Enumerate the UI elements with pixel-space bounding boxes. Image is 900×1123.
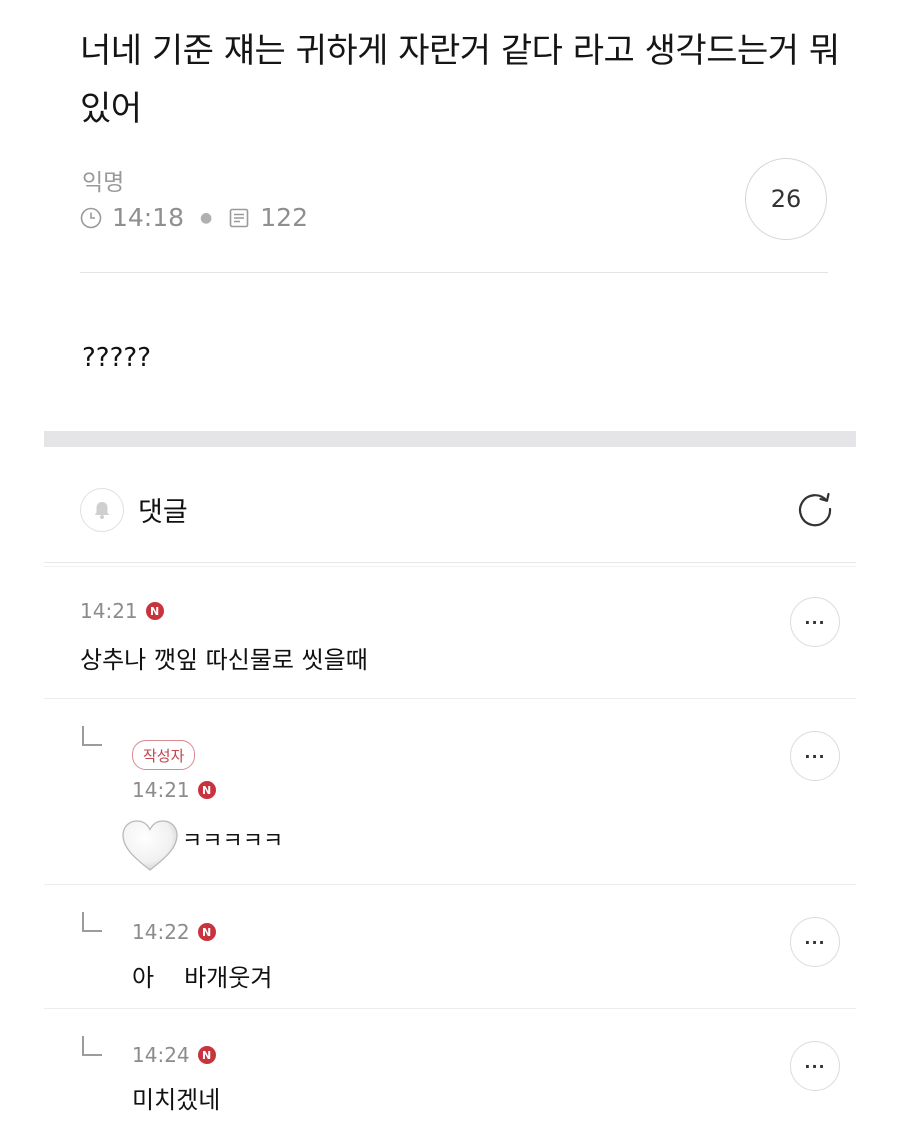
comment-text: 상추나 깻잎 따신물로 씻을때 [80, 646, 368, 674]
notification-bell-button[interactable] [80, 488, 124, 532]
comment-text: 아 바개웃겨 [132, 958, 272, 993]
new-badge: N [197, 781, 216, 799]
reply-indicator-icon [82, 726, 102, 746]
section-separator [44, 431, 856, 447]
comment-time: 14:21 N [132, 778, 216, 802]
post-views: 122 [260, 203, 308, 232]
comment-text-part: 바개웃겨 [184, 964, 273, 992]
new-badge: N [197, 923, 216, 941]
more-options-button[interactable]: ··· [790, 1041, 840, 1091]
comment-text-part: 아 [132, 964, 155, 992]
comment-time: 14:22 N [132, 920, 216, 944]
comment-divider [44, 884, 856, 885]
header-divider [80, 272, 828, 273]
author-tag: 작성자 [132, 740, 196, 770]
refresh-icon[interactable] [793, 487, 837, 531]
comment-count-button[interactable]: 26 [745, 158, 827, 240]
comments-header-divider-shadow [44, 566, 856, 567]
post-body: ????? [82, 343, 151, 373]
more-options-button[interactable]: ··· [790, 731, 840, 781]
comment-time-text: 14:24 [132, 1043, 190, 1067]
new-badge: N [145, 602, 164, 620]
reply-indicator-icon [82, 912, 102, 932]
post-title: 너네 기준 쟤는 귀하게 자란거 같다 라고 생각드는거 뭐있어 [80, 31, 840, 129]
comment-time-text: 14:22 [132, 920, 190, 944]
more-options-button[interactable]: ··· [790, 597, 840, 647]
comment-text: 미치겠네 [132, 1086, 221, 1114]
comment-time: 14:24 N [132, 1043, 216, 1067]
meta-separator: ● [200, 209, 213, 226]
bell-icon [94, 502, 110, 519]
comment-time: 14:21 N [80, 599, 164, 623]
white-heart-emoji [122, 820, 178, 871]
post-author: 익명 [82, 170, 125, 196]
comment-time-text: 14:21 [80, 599, 138, 623]
comments-header-divider [44, 562, 856, 563]
reply-indicator-icon [82, 1036, 102, 1056]
more-options-button[interactable]: ··· [790, 917, 840, 967]
post-meta: 14:18 ● 122 [80, 203, 308, 232]
comment-text: ㅋㅋㅋㅋㅋ [182, 829, 284, 854]
comment-divider [44, 698, 856, 699]
comment-divider [44, 1008, 856, 1009]
comment-time-text: 14:21 [132, 778, 190, 802]
new-badge: N [197, 1046, 216, 1064]
comments-label: 댓글 [138, 497, 188, 528]
document-icon [229, 208, 249, 227]
clock-icon [80, 207, 102, 228]
post-time: 14:18 [112, 203, 185, 232]
